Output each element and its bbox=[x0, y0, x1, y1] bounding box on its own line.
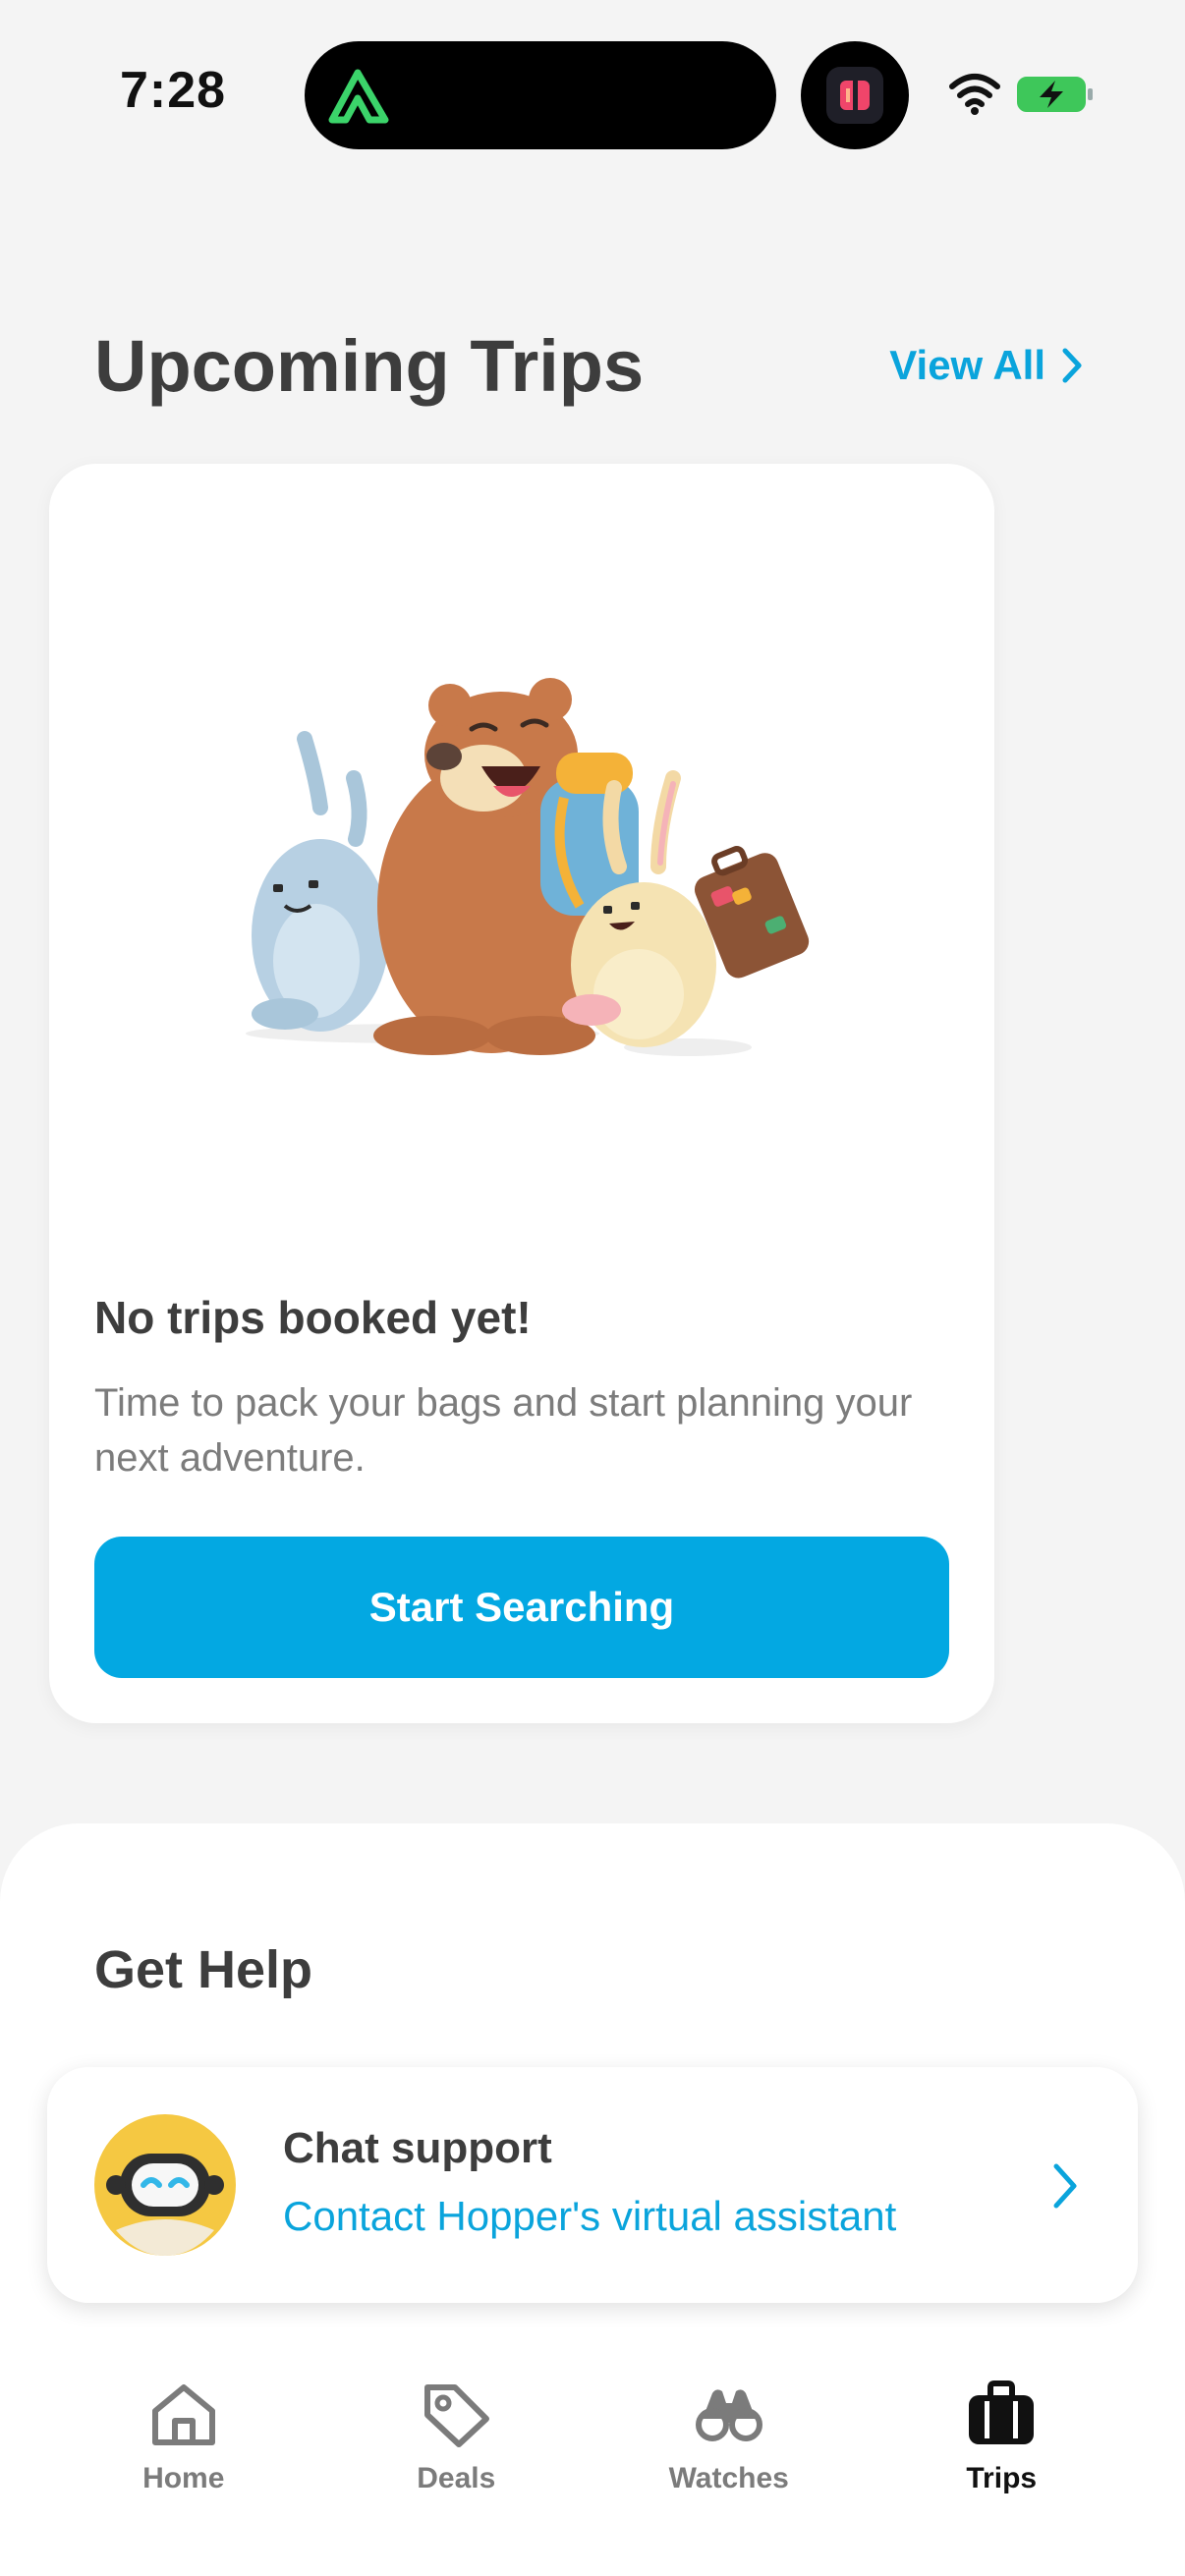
tab-trips-label: Trips bbox=[966, 2462, 1038, 2494]
empty-state-description: Time to pack your bags and start plannin… bbox=[94, 1381, 913, 1480]
robot-avatar-icon bbox=[94, 2114, 236, 2256]
travel-animals-illustration bbox=[246, 678, 810, 1056]
battery-charging-icon bbox=[1017, 77, 1093, 112]
status-time: 7:28 bbox=[120, 62, 227, 119]
tab-trips[interactable]: Trips bbox=[903, 2380, 1100, 2576]
chevron-right-icon bbox=[1053, 2163, 1077, 2209]
suitcase-icon bbox=[969, 2380, 1035, 2444]
chat-support-title: Chat support bbox=[283, 2124, 552, 2172]
chevron-right-icon bbox=[1062, 348, 1082, 383]
view-all-label: View All bbox=[889, 342, 1045, 388]
empty-trips-card: No trips booked yet! Time to pack your b… bbox=[49, 464, 994, 1723]
status-bar: 7:28 bbox=[0, 0, 1185, 196]
home-icon bbox=[151, 2384, 215, 2445]
empty-state-title: No trips booked yet! bbox=[94, 1292, 532, 1343]
chat-support-subtitle: Contact Hopper's virtual assistant bbox=[283, 2193, 897, 2239]
tab-home-label: Home bbox=[142, 2462, 225, 2494]
chat-support-card[interactable]: Chat support Contact Hopper's virtual as… bbox=[47, 2067, 1138, 2303]
dynamic-island bbox=[305, 41, 776, 149]
tag-icon bbox=[424, 2384, 490, 2447]
bottom-tab-bar: Home Deals Watches Trips bbox=[0, 2330, 1185, 2576]
page-title: Upcoming Trips bbox=[94, 325, 645, 407]
app-notification-icon bbox=[801, 41, 909, 149]
tab-home[interactable]: Home bbox=[85, 2380, 282, 2576]
start-searching-button[interactable]: Start Searching bbox=[94, 1537, 949, 1678]
app-activity-logo-icon bbox=[328, 69, 389, 124]
tab-deals-label: Deals bbox=[417, 2462, 496, 2494]
wifi-icon bbox=[949, 74, 1000, 115]
tab-deals[interactable]: Deals bbox=[358, 2380, 554, 2576]
get-help-title: Get Help bbox=[94, 1940, 313, 1999]
tab-watches-label: Watches bbox=[668, 2462, 789, 2494]
view-all-link[interactable]: View All bbox=[889, 342, 1083, 389]
binoculars-icon bbox=[695, 2389, 762, 2441]
tab-watches[interactable]: Watches bbox=[631, 2380, 827, 2576]
